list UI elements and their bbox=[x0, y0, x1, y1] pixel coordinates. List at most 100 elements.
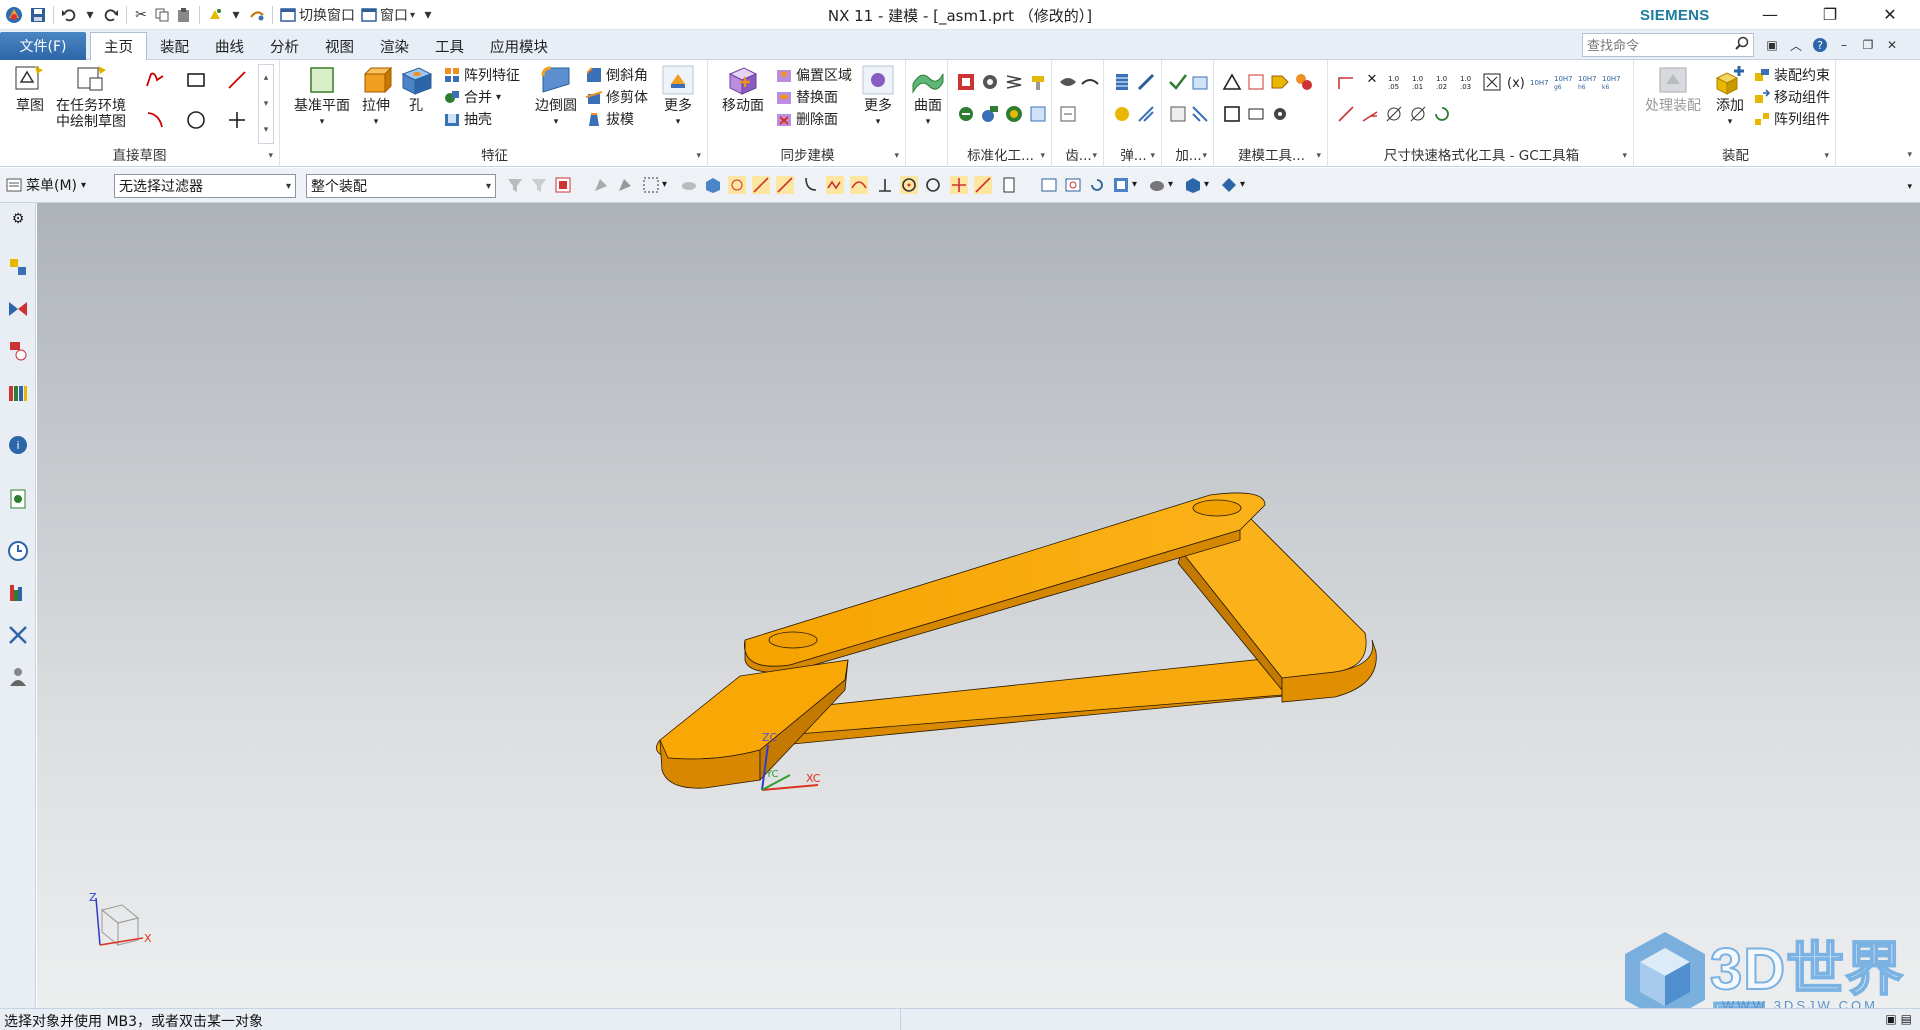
chevron-down-icon[interactable]: ▾ bbox=[1040, 151, 1045, 161]
restore-button[interactable]: ❐ bbox=[1800, 0, 1860, 28]
line-icon[interactable] bbox=[227, 70, 247, 90]
process-tool-icon[interactable] bbox=[1190, 72, 1210, 92]
bearing-icon[interactable] bbox=[1004, 104, 1024, 124]
rectangle-icon[interactable] bbox=[186, 70, 206, 90]
paste-icon[interactable] bbox=[174, 3, 194, 27]
cylindrical-gear-icon[interactable] bbox=[1058, 72, 1078, 92]
arc-icon[interactable] bbox=[145, 110, 165, 130]
datum-plane-button[interactable]: 基准平面 ▾ bbox=[292, 64, 352, 130]
rectangle-selection-icon[interactable] bbox=[642, 176, 660, 194]
chevron-down-icon[interactable]: ▾ bbox=[268, 151, 273, 161]
part-navigator-icon[interactable] bbox=[4, 337, 32, 365]
customize-qat-icon[interactable]: ▾ bbox=[419, 3, 437, 27]
main-menu-button[interactable]: 菜单(M) ▾ bbox=[6, 174, 86, 196]
pattern-component-button[interactable]: 阵列组件 bbox=[1754, 108, 1830, 130]
chevron-down-icon[interactable]: ▾ bbox=[1240, 179, 1245, 190]
move-component-button[interactable]: 移动组件 bbox=[1754, 86, 1830, 108]
pin-hole[interactable] bbox=[768, 631, 818, 649]
snap-quadrant-icon[interactable] bbox=[850, 176, 868, 194]
edge-blend-button[interactable]: 边倒圆 ▾ bbox=[530, 64, 582, 130]
cut-icon[interactable]: ✂ bbox=[132, 3, 150, 27]
web-browser-icon[interactable]: i bbox=[4, 431, 32, 459]
window-menu-button[interactable]: 窗口 ▾ bbox=[359, 3, 417, 27]
sketch-button[interactable]: 草图 bbox=[8, 64, 52, 114]
edit-section-icon[interactable] bbox=[1220, 176, 1238, 194]
bevel-gear-icon[interactable] bbox=[1080, 72, 1100, 92]
chevron-down-icon[interactable]: ▾ bbox=[1824, 151, 1829, 161]
select-solid-icon[interactable] bbox=[680, 176, 698, 194]
process-edit-icon[interactable] bbox=[1190, 104, 1210, 124]
undo-dropdown-icon[interactable]: ▾ bbox=[81, 3, 99, 27]
reuse-library-icon[interactable] bbox=[956, 104, 976, 124]
copy-icon[interactable] bbox=[152, 3, 172, 27]
reset-filter-icon[interactable] bbox=[530, 176, 548, 194]
repeat-command-icon[interactable] bbox=[205, 3, 225, 27]
fit-h7-icon[interactable]: 10H7 bbox=[1530, 72, 1550, 92]
check-icon[interactable] bbox=[1168, 72, 1188, 92]
settings-icon[interactable]: ⚙ bbox=[4, 205, 32, 233]
fit-h7-4-icon[interactable]: 10H7k6 bbox=[1602, 72, 1622, 92]
snap-point-on-face-icon[interactable] bbox=[974, 176, 992, 194]
reuse-library-icon[interactable] bbox=[4, 379, 32, 407]
parts-list-icon[interactable] bbox=[1294, 72, 1314, 92]
tab-home[interactable]: 主页 bbox=[90, 32, 147, 60]
view-part-icon[interactable] bbox=[1028, 104, 1048, 124]
sheet-icon[interactable] bbox=[1246, 72, 1266, 92]
draft-button[interactable]: 拔模 bbox=[586, 108, 634, 130]
zoom-icon[interactable] bbox=[1064, 176, 1082, 194]
orient-view-icon[interactable] bbox=[1112, 176, 1130, 194]
disc-spring-icon[interactable] bbox=[1136, 72, 1156, 92]
snap-control-point-icon[interactable] bbox=[776, 176, 794, 194]
chevron-down-icon[interactable]: ▾ bbox=[1092, 151, 1097, 161]
diameter-symbol-icon[interactable] bbox=[1384, 104, 1404, 124]
close-button[interactable]: ✕ bbox=[1860, 0, 1920, 28]
roles-icon[interactable] bbox=[4, 663, 32, 691]
snap-tangent-icon[interactable] bbox=[924, 176, 942, 194]
window-layout-icon[interactable]: ▤ bbox=[1901, 1012, 1912, 1026]
tolerance-4-icon[interactable]: 1.0.03 bbox=[1458, 72, 1478, 92]
process-view-icon[interactable] bbox=[1168, 104, 1188, 124]
spring-part-icon[interactable] bbox=[1004, 72, 1024, 92]
chevron-down-icon[interactable]: ▾ bbox=[1316, 151, 1321, 161]
sketch-gallery-scroll[interactable]: ▴ ▾ ▾ bbox=[258, 64, 274, 144]
command-search-input[interactable] bbox=[1582, 33, 1754, 57]
tab-view[interactable]: 视图 bbox=[312, 32, 367, 60]
point-icon[interactable] bbox=[227, 110, 247, 130]
select-body-icon[interactable] bbox=[616, 176, 634, 194]
full-screen-icon[interactable]: ▣ bbox=[1885, 1012, 1896, 1026]
rotate-view-icon[interactable] bbox=[1088, 176, 1106, 194]
chevron-down-icon[interactable]: ▾ bbox=[1622, 151, 1627, 161]
fit-h7-2-icon[interactable]: 10H7g6 bbox=[1554, 72, 1574, 92]
minimize-button[interactable]: — bbox=[1740, 0, 1800, 28]
bolt-part-icon[interactable] bbox=[1028, 72, 1048, 92]
gear-mesh-icon[interactable] bbox=[1058, 104, 1078, 124]
select-all-icon[interactable] bbox=[554, 176, 572, 194]
ribbon-options-icon[interactable]: ▣ bbox=[1762, 35, 1782, 55]
help-icon[interactable]: ? bbox=[1810, 35, 1830, 55]
select-component-icon[interactable] bbox=[704, 176, 722, 194]
history-palette-icon[interactable] bbox=[4, 485, 32, 513]
chevron-down-icon[interactable]: ▾ bbox=[1168, 179, 1173, 190]
snap-point-on-curve-icon[interactable] bbox=[950, 176, 968, 194]
snap-midpoint-icon[interactable] bbox=[752, 176, 770, 194]
doc-close-icon[interactable]: ✕ bbox=[1882, 35, 1902, 55]
tab-tools[interactable]: 工具 bbox=[422, 32, 477, 60]
trim-body-button[interactable]: 修剪体 bbox=[586, 86, 648, 108]
chevron-down-icon[interactable]: ▾ bbox=[1202, 151, 1207, 161]
tab-analysis[interactable]: 分析 bbox=[257, 32, 312, 60]
chevron-down-icon[interactable]: ▾ bbox=[1204, 179, 1209, 190]
chevron-down-icon[interactable]: ▾ bbox=[696, 151, 701, 161]
clear-format-icon[interactable]: ✕ bbox=[1362, 72, 1382, 92]
render-style-icon[interactable] bbox=[1148, 176, 1166, 194]
box-x-icon[interactable] bbox=[1482, 72, 1502, 92]
process-assembly-button[interactable]: 处理装配 bbox=[1640, 64, 1706, 114]
sketch-in-task-environment-button[interactable]: 在任务环境 中绘制草图 bbox=[50, 64, 132, 130]
repeat-dropdown-icon[interactable]: ▾ bbox=[227, 3, 245, 27]
snap-circle-center-icon[interactable] bbox=[900, 176, 918, 194]
radius-dim-icon[interactable] bbox=[1360, 104, 1380, 124]
cylinder-spring-icon[interactable] bbox=[1112, 72, 1132, 92]
sync-more-button[interactable]: 更多 ▾ bbox=[858, 64, 898, 130]
snap-intersection-icon[interactable] bbox=[802, 176, 820, 194]
undo-icon[interactable] bbox=[59, 3, 79, 27]
snap-endpoint-icon[interactable] bbox=[728, 176, 746, 194]
